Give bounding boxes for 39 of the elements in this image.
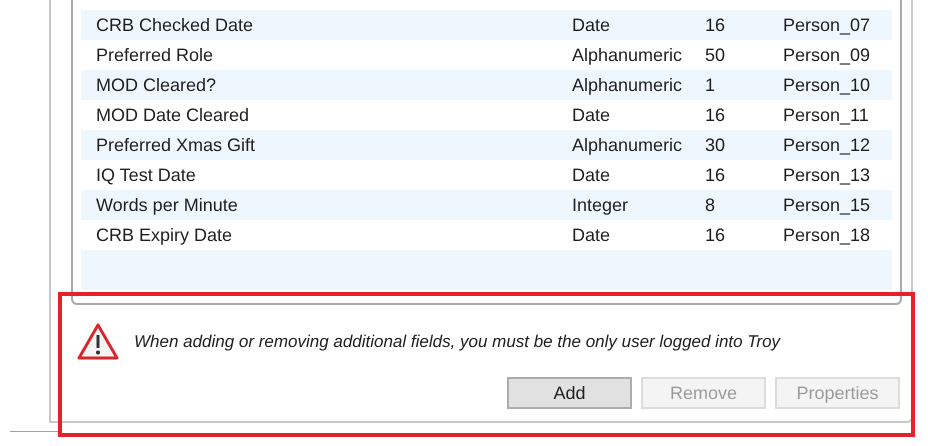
- field-column: Person_10: [783, 72, 870, 98]
- warning-icon: [76, 322, 120, 361]
- field-name: IQ Test Date: [96, 164, 197, 186]
- field-row[interactable]: Words per Minute Integer 8 Person_15: [81, 190, 892, 220]
- field-type: Alphanumeric: [572, 74, 684, 97]
- field-name: Preferred Role: [96, 44, 214, 66]
- field-type: Date: [572, 224, 612, 246]
- field-name: Preferred Xmas Gift: [96, 134, 256, 156]
- field-length: 16: [705, 224, 726, 246]
- field-length: 1: [705, 74, 716, 96]
- field-row[interactable]: CRB Checked Date Date 16 Person_07: [81, 10, 892, 40]
- field-column: Person_11: [783, 102, 869, 128]
- field-length: 16: [705, 14, 726, 36]
- field-column: Person_13: [783, 162, 870, 188]
- field-length: 50: [705, 44, 726, 66]
- field-name: CRB Expiry Date: [96, 224, 234, 247]
- field-row[interactable]: MOD Cleared? Alphanumeric 1 Person_10: [81, 70, 892, 100]
- field-column: Person_18: [783, 222, 870, 248]
- field-column: Person_15: [783, 192, 870, 218]
- field-length: 16: [705, 164, 726, 186]
- field-row[interactable]: Preferred Xmas Gift Alphanumeric 30 Person_12: [81, 130, 892, 160]
- field-length: 16: [705, 104, 726, 126]
- field-type: Date: [572, 164, 612, 186]
- field-length: 30: [705, 134, 726, 156]
- field-name: MOD Cleared?: [96, 74, 218, 96]
- field-type: Date: [572, 104, 612, 126]
- field-name: Words per Minute: [96, 194, 239, 217]
- field-type: Integer: [572, 194, 630, 217]
- field-column: Person_07: [783, 12, 870, 38]
- warning-message: When adding or removing additional fields, you must be the only user logged into Troy: [134, 330, 780, 353]
- field-column: Person_12: [783, 132, 870, 158]
- field-length: 8: [705, 194, 716, 216]
- field-name: MOD Date Cleared: [96, 104, 250, 126]
- field-type: Date: [572, 14, 612, 36]
- field-type: Alphanumeric: [572, 44, 684, 67]
- field-name: CRB Checked Date: [96, 14, 254, 36]
- action-button[interactable]: Add: [507, 377, 632, 409]
- field-type: Alphanumeric: [572, 134, 684, 157]
- field-column: Person_09: [783, 42, 870, 68]
